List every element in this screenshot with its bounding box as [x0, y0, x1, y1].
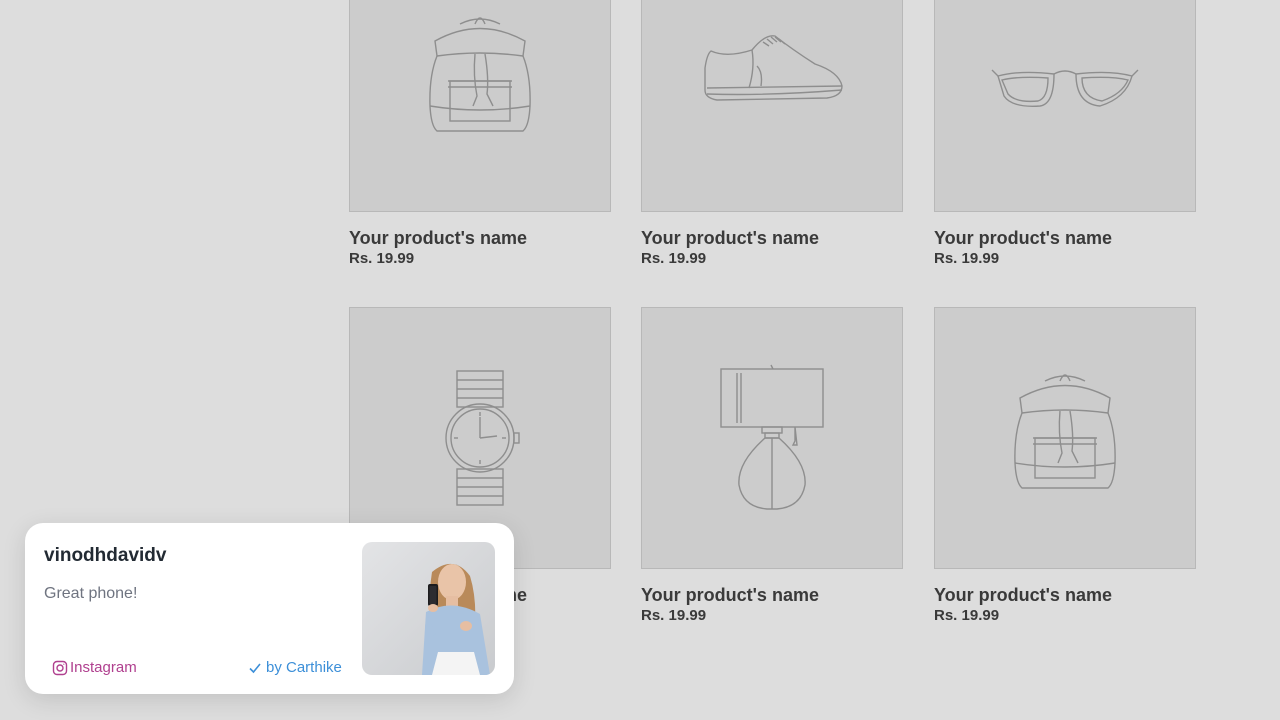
- product-card[interactable]: Your product's name Rs. 19.99: [641, 0, 903, 268]
- watch-icon: [445, 370, 520, 506]
- review-photo[interactable]: [362, 542, 495, 675]
- product-price: Rs. 19.99: [349, 250, 415, 267]
- sunglasses-icon: [991, 69, 1139, 107]
- review-popup[interactable]: vinodhdavidv Great phone! Instagram by C…: [25, 523, 514, 694]
- review-source-label: Instagram: [70, 659, 137, 676]
- product-price: Rs. 19.99: [641, 607, 707, 624]
- sneaker-icon: [704, 35, 843, 101]
- product-name[interactable]: Your product's name: [641, 228, 903, 248]
- product-name[interactable]: Your product's name: [641, 585, 903, 605]
- product-image[interactable]: [934, 307, 1196, 569]
- lamp-icon: [720, 364, 824, 510]
- instagram-icon: [52, 660, 68, 675]
- product-card[interactable]: Your product's name Rs. 19.99: [934, 0, 1196, 268]
- product-image[interactable]: [641, 307, 903, 569]
- instagram-source-link[interactable]: Instagram: [52, 659, 137, 676]
- woman-holding-phone-image: [422, 563, 490, 675]
- backpack-icon: [429, 17, 531, 132]
- product-name[interactable]: Your product's name: [349, 228, 611, 248]
- product-price: Rs. 19.99: [641, 250, 707, 267]
- attribution-link[interactable]: by Carthike: [248, 659, 342, 676]
- attribution-label: by Carthike: [266, 659, 342, 676]
- backpack-icon: [1014, 374, 1116, 489]
- product-card[interactable]: Your product's name Rs. 19.99: [934, 307, 1196, 625]
- product-name[interactable]: Your product's name: [934, 585, 1196, 605]
- product-price: Rs. 19.99: [934, 250, 1000, 267]
- product-image[interactable]: [349, 0, 611, 212]
- product-price: Rs. 19.99: [934, 607, 1000, 624]
- product-card[interactable]: Your product's name Rs. 19.99: [349, 0, 611, 268]
- product-image[interactable]: [641, 0, 903, 212]
- review-text: Great phone!: [44, 585, 138, 602]
- checkmark-icon: [249, 662, 261, 673]
- product-image[interactable]: [934, 0, 1196, 212]
- review-username: vinodhdavidv: [44, 545, 167, 566]
- product-name[interactable]: Your product's name: [934, 228, 1196, 248]
- product-card[interactable]: Your product's name Rs. 19.99: [641, 307, 903, 625]
